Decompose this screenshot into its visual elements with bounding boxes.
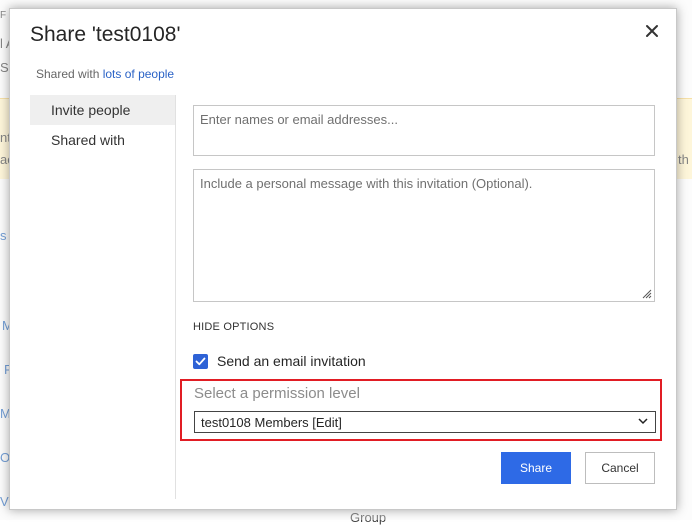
names-placeholder: Enter names or email addresses...	[200, 112, 398, 127]
resize-grip-icon[interactable]	[640, 287, 652, 299]
email-invitation-checkbox[interactable]	[193, 353, 208, 369]
shared-with-line: Shared with lots of people	[36, 67, 174, 81]
message-placeholder: Include a personal message with this inv…	[200, 176, 533, 191]
cancel-button[interactable]: Cancel	[585, 452, 655, 484]
checkmark-icon	[195, 357, 206, 365]
dialog-title: Share 'test0108'	[30, 23, 181, 46]
shared-with-prefix: Shared with	[36, 67, 100, 81]
email-invitation-row[interactable]: Send an email invitation	[193, 351, 366, 371]
message-textarea[interactable]: Include a personal message with this inv…	[193, 169, 655, 302]
close-button[interactable]	[640, 19, 664, 43]
permission-label: Select a permission level	[194, 385, 360, 402]
share-nav: Invite people Shared with	[30, 95, 176, 155]
shared-with-link[interactable]: lots of people	[103, 67, 174, 81]
email-invitation-label: Send an email invitation	[217, 353, 366, 369]
names-input[interactable]: Enter names or email addresses...	[193, 105, 655, 156]
nav-divider	[175, 95, 176, 499]
chevron-down-icon	[638, 418, 648, 425]
nav-item-invite-people[interactable]: Invite people	[30, 95, 176, 125]
nav-item-shared-with[interactable]: Shared with	[30, 125, 176, 155]
share-dialog: Share 'test0108' Shared with lots of peo…	[9, 8, 677, 510]
permission-selected-value: test0108 Members [Edit]	[201, 414, 342, 430]
permission-highlight: Select a permission level test0108 Membe…	[180, 379, 662, 441]
close-icon	[646, 25, 658, 37]
share-button[interactable]: Share	[501, 452, 571, 484]
permission-select[interactable]: test0108 Members [Edit]	[194, 411, 656, 433]
hide-options-link[interactable]: HIDE OPTIONS	[193, 321, 274, 333]
